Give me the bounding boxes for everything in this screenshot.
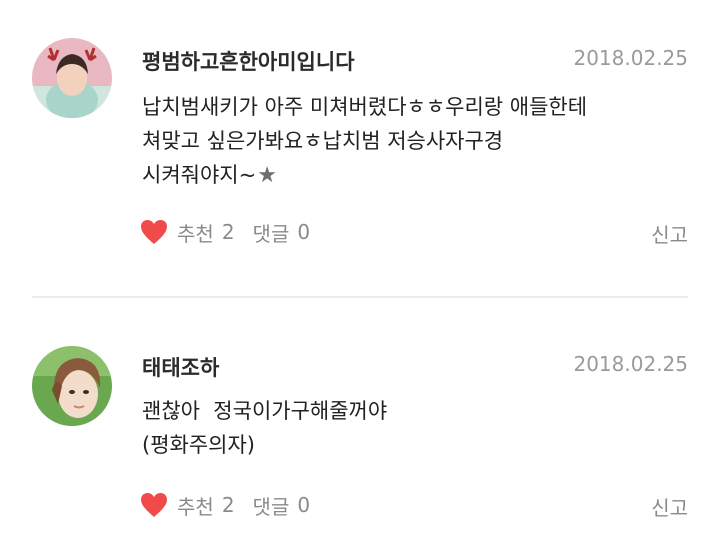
recommend-count: 2 xyxy=(221,220,235,244)
comment-line: 괜찮아 정국이가구해줄꺼야 xyxy=(142,399,388,423)
comment-item: 태태조하 2018.02.25 괜찮아 정국이가구해줄꺼야 (평화주의자) 추천… xyxy=(0,298,720,540)
avatar[interactable] xyxy=(32,346,112,426)
star-icon: ★ xyxy=(257,163,277,188)
reply-button[interactable]: 댓글 xyxy=(253,491,290,520)
heart-icon[interactable] xyxy=(140,219,168,245)
heart-icon[interactable] xyxy=(140,492,168,518)
recommend-count: 2 xyxy=(221,493,235,517)
comment-line-with-emoji: 시켜줘야지~★ xyxy=(142,158,692,193)
comment-line: 쳐맞고 싶은가봐요ㅎ납치범 저승사자구경 xyxy=(142,129,504,153)
comment-date: 2018.02.25 xyxy=(573,352,688,376)
username[interactable]: 평범하고흔한아미입니다 xyxy=(142,46,355,76)
comment-list: 평범하고흔한아미입니다 2018.02.25 납치범새키가 아주 미쳐버렸다ㅎㅎ… xyxy=(0,0,720,540)
recommend-button[interactable]: 추천 xyxy=(177,491,214,520)
comment-line: (평화주의자) xyxy=(142,433,255,457)
avatar[interactable] xyxy=(32,38,112,118)
report-button[interactable]: 신고 xyxy=(651,492,688,521)
comment-actions: 추천 2 댓글 0 xyxy=(140,217,310,247)
reply-count: 0 xyxy=(297,220,311,244)
report-button[interactable]: 신고 xyxy=(651,219,688,248)
comment-body: 납치범새키가 아주 미쳐버렸다ㅎㅎ우리랑 애들한테 쳐맞고 싶은가봐요ㅎ납치범 … xyxy=(142,90,692,193)
comment-line: 시켜줘야지~ xyxy=(142,163,257,187)
recommend-button[interactable]: 추천 xyxy=(177,218,214,247)
comment-item: 평범하고흔한아미입니다 2018.02.25 납치범새키가 아주 미쳐버렸다ㅎㅎ… xyxy=(0,0,720,296)
username[interactable]: 태태조하 xyxy=(142,352,219,382)
comment-line: 납치범새키가 아주 미쳐버렸다ㅎㅎ우리랑 애들한테 xyxy=(142,95,588,119)
comment-body: 괜찮아 정국이가구해줄꺼야 (평화주의자) xyxy=(142,394,692,462)
comment-date: 2018.02.25 xyxy=(573,46,688,70)
reply-button[interactable]: 댓글 xyxy=(253,218,290,247)
comment-actions: 추천 2 댓글 0 xyxy=(140,490,310,520)
reply-count: 0 xyxy=(297,493,311,517)
